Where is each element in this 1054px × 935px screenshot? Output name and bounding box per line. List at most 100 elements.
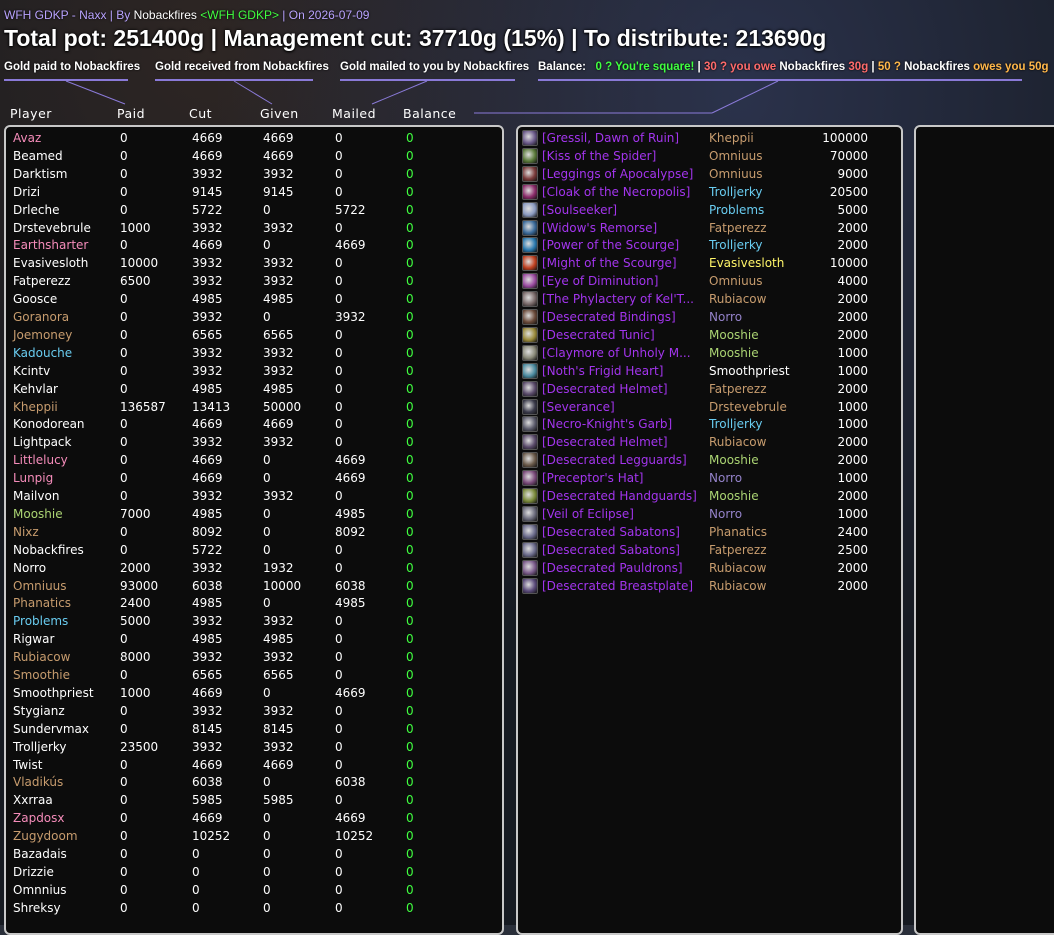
loot-row[interactable]: [Leggings of Apocalypse] Omniuus 9000 (520, 165, 900, 183)
loot-row[interactable]: [Claymore of Unholy M... Mooshie 1000 (520, 344, 900, 362)
item-link[interactable]: [Soulseeker] (542, 201, 617, 219)
player-row[interactable]: Phanatics 2400 4985 0 4985 0 (0, 594, 500, 612)
player-row[interactable]: Drstevebrule 1000 3932 3932 0 0 (0, 219, 500, 237)
player-name: Zugydoom (13, 829, 78, 844)
loot-row[interactable]: [Necro-Knight's Garb] Trolljerky 1000 (520, 415, 900, 433)
loot-row[interactable]: [Desecrated Helmet] Rubiacow 2000 (520, 433, 900, 451)
loot-row[interactable]: [Eye of Diminution] Omniuus 4000 (520, 272, 900, 290)
item-link[interactable]: [Eye of Diminution] (542, 272, 658, 290)
item-link[interactable]: [Cloak of the Necropolis] (542, 183, 690, 201)
item-link[interactable]: [Desecrated Bindings] (542, 308, 676, 326)
item-link[interactable]: [Desecrated Breastplate] (542, 577, 693, 595)
item-link[interactable]: [Desecrated Helmet] (542, 380, 668, 398)
player-row[interactable]: Twist 0 4669 4669 0 0 (0, 756, 500, 774)
player-row[interactable]: Goranora 0 3932 0 3932 0 (0, 308, 500, 326)
item-link[interactable]: [Desecrated Legguards] (542, 451, 687, 469)
player-row[interactable]: Shreksy 0 0 0 0 0 (0, 899, 500, 917)
item-link[interactable]: [Necro-Knight's Garb] (542, 415, 672, 433)
loot-row[interactable]: [Gressil, Dawn of Ruin] Kheppii 100000 (520, 129, 900, 147)
player-row[interactable]: Drleche 0 5722 0 5722 0 (0, 201, 500, 219)
item-link[interactable]: [Desecrated Helmet] (542, 433, 668, 451)
player-row[interactable]: Kcintv 0 3932 3932 0 0 (0, 362, 500, 380)
loot-row[interactable]: [Desecrated Sabatons] Fatperezz 2500 (520, 541, 900, 559)
item-link[interactable]: [Leggings of Apocalypse] (542, 165, 693, 183)
item-link[interactable]: [Kiss of the Spider] (542, 147, 656, 165)
item-link[interactable]: [Veil of Eclipse] (542, 505, 634, 523)
loot-row[interactable]: [Desecrated Sabatons] Phanatics 2400 (520, 523, 900, 541)
player-row[interactable]: Littlelucy 0 4669 0 4669 0 (0, 451, 500, 469)
item-link[interactable]: [Gressil, Dawn of Ruin] (542, 129, 679, 147)
player-row[interactable]: Evasivesloth 10000 3932 3932 0 0 (0, 254, 500, 272)
player-row[interactable]: Earthsharter 0 4669 0 4669 0 (0, 236, 500, 254)
player-row[interactable]: Rubiacow 8000 3932 3932 0 0 (0, 648, 500, 666)
item-icon (522, 541, 538, 558)
item-link[interactable]: [Widow's Remorse] (542, 219, 657, 237)
loot-row[interactable]: [Desecrated Legguards] Mooshie 2000 (520, 451, 900, 469)
player-row[interactable]: Mooshie 7000 4985 0 4985 0 (0, 505, 500, 523)
item-buyer: Mooshie (709, 489, 759, 503)
item-link[interactable]: [Preceptor's Hat] (542, 469, 643, 487)
player-row[interactable]: Vladikús 0 6038 0 6038 0 (0, 773, 500, 791)
player-row[interactable]: Omniuus 93000 6038 10000 6038 0 (0, 577, 500, 595)
item-link[interactable]: [Desecrated Pauldrons] (542, 559, 683, 577)
loot-row[interactable]: [Veil of Eclipse] Norro 1000 (520, 505, 900, 523)
item-link[interactable]: [Claymore of Unholy M... (542, 344, 691, 362)
loot-row[interactable]: [Widow's Remorse] Fatperezz 2000 (520, 219, 900, 237)
item-link[interactable]: [Desecrated Tunic] (542, 326, 655, 344)
player-row[interactable]: Kehvlar 0 4985 4985 0 0 (0, 380, 500, 398)
player-row[interactable]: Darktism 0 3932 3932 0 0 (0, 165, 500, 183)
item-link[interactable]: [Might of the Scourge] (542, 254, 677, 272)
item-icon (522, 523, 538, 540)
player-row[interactable]: Mailvon 0 3932 3932 0 0 (0, 487, 500, 505)
player-row[interactable]: Nobackfires 0 5722 0 0 0 (0, 541, 500, 559)
player-row[interactable]: Drizzie 0 0 0 0 0 (0, 863, 500, 881)
player-row[interactable]: Smoothie 0 6565 6565 0 0 (0, 666, 500, 684)
loot-row[interactable]: [Desecrated Pauldrons] Rubiacow 2000 (520, 559, 900, 577)
loot-row[interactable]: [Cloak of the Necropolis] Trolljerky 20500 (520, 183, 900, 201)
loot-row[interactable]: [Desecrated Tunic] Mooshie 2000 (520, 326, 900, 344)
player-row[interactable]: Nixz 0 8092 0 8092 0 (0, 523, 500, 541)
item-link[interactable]: [Severance] (542, 398, 615, 416)
player-row[interactable]: Kadouche 0 3932 3932 0 0 (0, 344, 500, 362)
player-row[interactable]: Avaz 0 4669 4669 0 0 (0, 129, 500, 147)
player-row[interactable]: Xxrraa 0 5985 5985 0 0 (0, 791, 500, 809)
player-row[interactable]: Omnnius 0 0 0 0 0 (0, 881, 500, 899)
player-row[interactable]: Trolljerky 23500 3932 3932 0 0 (0, 738, 500, 756)
player-row[interactable]: Beamed 0 4669 4669 0 0 (0, 147, 500, 165)
player-row[interactable]: Zugydoom 0 10252 0 10252 0 (0, 827, 500, 845)
loot-row[interactable]: [The Phylactery of Kel'T... Rubiacow 2000 (520, 290, 900, 308)
player-row[interactable]: Fatperezz 6500 3932 3932 0 0 (0, 272, 500, 290)
item-link[interactable]: [Noth's Frigid Heart] (542, 362, 663, 380)
loot-row[interactable]: [Soulseeker] Problems 5000 (520, 201, 900, 219)
player-row[interactable]: Drizi 0 9145 9145 0 0 (0, 183, 500, 201)
loot-row[interactable]: [Might of the Scourge] Evasivesloth 10000 (520, 254, 900, 272)
player-row[interactable]: Zapdosx 0 4669 0 4669 0 (0, 809, 500, 827)
loot-row[interactable]: [Noth's Frigid Heart] Smoothpriest 1000 (520, 362, 900, 380)
player-row[interactable]: Lightpack 0 3932 3932 0 0 (0, 433, 500, 451)
item-link[interactable]: [Power of the Scourge] (542, 236, 679, 254)
loot-row[interactable]: [Severance] Drstevebrule 1000 (520, 398, 900, 416)
player-row[interactable]: Konodorean 0 4669 4669 0 0 (0, 415, 500, 433)
loot-row[interactable]: [Desecrated Bindings] Norro 2000 (520, 308, 900, 326)
loot-row[interactable]: [Preceptor's Hat] Norro 1000 (520, 469, 900, 487)
player-row[interactable]: Rigwar 0 4985 4985 0 0 (0, 630, 500, 648)
player-row[interactable]: Lunpig 0 4669 0 4669 0 (0, 469, 500, 487)
player-row[interactable]: Problems 5000 3932 3932 0 0 (0, 612, 500, 630)
loot-row[interactable]: [Kiss of the Spider] Omniuus 70000 (520, 147, 900, 165)
player-row[interactable]: Joemoney 0 6565 6565 0 0 (0, 326, 500, 344)
item-link[interactable]: [Desecrated Sabatons] (542, 523, 680, 541)
player-row[interactable]: Smoothpriest 1000 4669 0 4669 0 (0, 684, 500, 702)
player-row[interactable]: Goosce 0 4985 4985 0 0 (0, 290, 500, 308)
item-link[interactable]: [The Phylactery of Kel'T... (542, 290, 694, 308)
loot-row[interactable]: [Desecrated Breastplate] Rubiacow 2000 (520, 577, 900, 595)
loot-row[interactable]: [Power of the Scourge] Trolljerky 2000 (520, 236, 900, 254)
player-row[interactable]: Norro 2000 3932 1932 0 0 (0, 559, 500, 577)
item-link[interactable]: [Desecrated Sabatons] (542, 541, 680, 559)
item-link[interactable]: [Desecrated Handguards] (542, 487, 697, 505)
player-row[interactable]: Sundervmax 0 8145 8145 0 0 (0, 720, 500, 738)
player-row[interactable]: Bazadais 0 0 0 0 0 (0, 845, 500, 863)
player-row[interactable]: Kheppii 136587 13413 50000 0 0 (0, 398, 500, 416)
player-row[interactable]: Stygianz 0 3932 3932 0 0 (0, 702, 500, 720)
loot-row[interactable]: [Desecrated Handguards] Mooshie 2000 (520, 487, 900, 505)
loot-row[interactable]: [Desecrated Helmet] Fatperezz 2000 (520, 380, 900, 398)
